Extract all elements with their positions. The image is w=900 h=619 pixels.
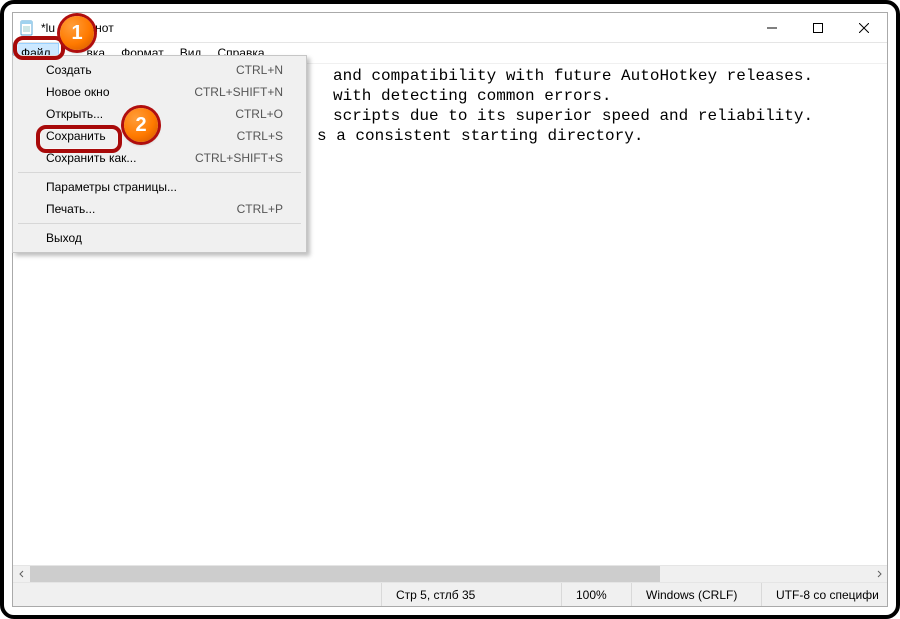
status-eol: Windows (CRLF) <box>631 583 761 606</box>
menu-item-shortcut: CTRL+SHIFT+S <box>195 151 283 165</box>
status-encoding: UTF-8 со специфи <box>761 583 887 606</box>
menu-item-shortcut: CTRL+S <box>237 129 283 143</box>
window-title: *lu – Блокнот <box>41 21 114 35</box>
minimize-button[interactable] <box>749 13 795 43</box>
file-menu-dropdown: Создать CTRL+N Новое окно CTRL+SHIFT+N О… <box>12 55 307 253</box>
menu-item-shortcut: CTRL+SHIFT+N <box>194 85 283 99</box>
menu-item-new-window[interactable]: Новое окно CTRL+SHIFT+N <box>16 81 303 103</box>
status-bar: Стр 5, стлб 35 100% Windows (CRLF) UTF-8… <box>13 582 887 606</box>
menu-item-label: Создать <box>46 63 236 77</box>
text-line: with detecting common errors. <box>333 86 611 106</box>
text-line: s a consistent starting directory. <box>317 126 643 146</box>
menu-item-label: Сохранить как... <box>46 151 195 165</box>
menu-item-label: Выход <box>46 231 283 245</box>
menu-item-save[interactable]: Сохранить CTRL+S <box>16 125 303 147</box>
menu-item-label: Параметры страницы... <box>46 180 283 194</box>
title-bar: *lu – Блокнот <box>13 13 887 43</box>
menu-item-label: Печать... <box>46 202 237 216</box>
maximize-button[interactable] <box>795 13 841 43</box>
menu-item-label: Сохранить <box>46 129 237 143</box>
menu-item-shortcut: CTRL+P <box>237 202 283 216</box>
menu-item-exit[interactable]: Выход <box>16 227 303 249</box>
text-line: and compatibility with future AutoHotkey… <box>333 66 813 86</box>
menu-separator <box>18 223 301 224</box>
status-cursor: Стр 5, стлб 35 <box>381 583 561 606</box>
menu-item-shortcut: CTRL+O <box>235 107 283 121</box>
close-button[interactable] <box>841 13 887 43</box>
scroll-track[interactable] <box>30 566 870 582</box>
menu-item-label: Новое окно <box>46 85 194 99</box>
scroll-left-button[interactable] <box>13 566 30 582</box>
status-zoom: 100% <box>561 583 631 606</box>
horizontal-scrollbar[interactable] <box>13 565 887 582</box>
notepad-icon <box>19 20 35 36</box>
menu-item-save-as[interactable]: Сохранить как... CTRL+SHIFT+S <box>16 147 303 169</box>
menu-item-print[interactable]: Печать... CTRL+P <box>16 198 303 220</box>
menu-item-open[interactable]: Открыть... CTRL+O <box>16 103 303 125</box>
menu-item-page-setup[interactable]: Параметры страницы... <box>16 176 303 198</box>
menu-item-shortcut: CTRL+N <box>236 63 283 77</box>
menu-item-new[interactable]: Создать CTRL+N <box>16 59 303 81</box>
scroll-thumb[interactable] <box>30 566 660 582</box>
menu-item-label: Открыть... <box>46 107 235 121</box>
text-line: scripts due to its superior speed and re… <box>333 106 813 126</box>
scroll-right-button[interactable] <box>870 566 887 582</box>
menu-separator <box>18 172 301 173</box>
